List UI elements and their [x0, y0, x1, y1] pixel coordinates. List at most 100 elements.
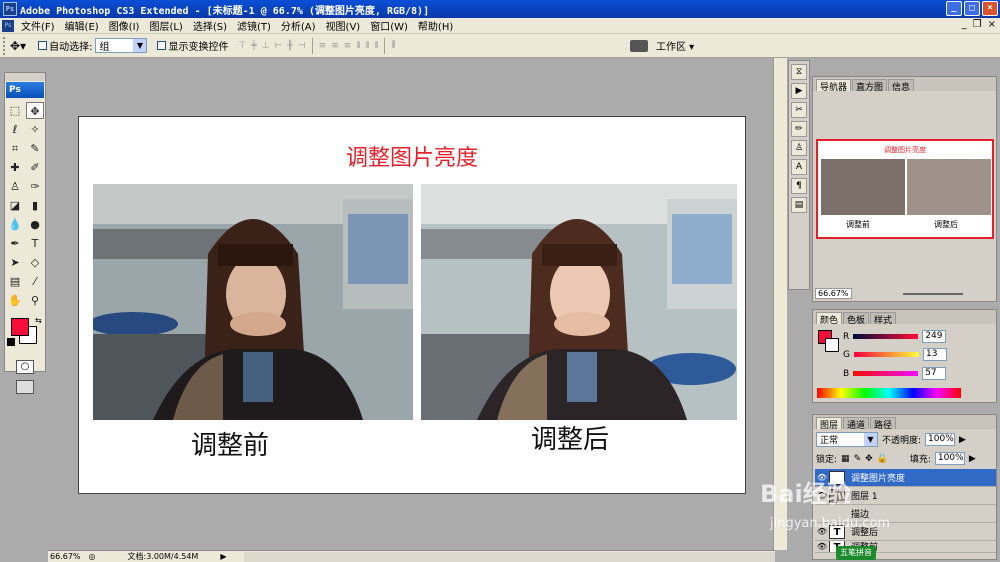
brushes-panel-icon[interactable]: ✏	[791, 121, 807, 137]
g-value[interactable]: 13	[922, 348, 947, 361]
tab-styles[interactable]: 样式	[870, 312, 897, 326]
maximize-button[interactable]: □	[964, 1, 980, 16]
color-spectrum[interactable]	[817, 388, 961, 398]
menu-file[interactable]: 文件(F)	[16, 18, 60, 33]
align-hcenter-icon[interactable]: ╫	[287, 41, 292, 51]
show-transform-checkbox[interactable]	[157, 41, 167, 50]
doc-restore-button[interactable]: ❐	[973, 19, 982, 30]
zoom-level[interactable]: 66.67%	[50, 552, 81, 561]
healing-brush-icon[interactable]: ✚	[6, 159, 24, 176]
menu-help[interactable]: 帮助(H)	[413, 18, 458, 33]
status-arrow-icon[interactable]: ▶	[220, 552, 226, 561]
tab-color[interactable]: 颜色	[816, 312, 843, 326]
shape-tool-icon[interactable]: ◇	[26, 254, 44, 271]
tool-presets-icon[interactable]: ✂	[791, 102, 807, 118]
document-canvas[interactable]: 调整图片亮度 调整前 调整后	[78, 116, 746, 494]
menu-layer[interactable]: 图层(L)	[144, 18, 187, 33]
blend-mode-dropdown[interactable]: 正常 ▼	[816, 432, 878, 447]
visibility-eye-icon[interactable]: 👁	[815, 542, 829, 551]
distribute-top-icon[interactable]: ≡	[319, 41, 327, 51]
swap-colors-icon[interactable]: ⇆	[35, 316, 42, 325]
r-value[interactable]: 249	[922, 330, 947, 343]
foreground-color-swatch[interactable]	[11, 318, 29, 336]
path-selection-icon[interactable]: ➤	[6, 254, 24, 271]
minimize-button[interactable]: _	[946, 1, 962, 16]
move-tool-icon[interactable]: ✥	[26, 102, 44, 119]
b-slider[interactable]	[853, 371, 919, 376]
zoom-slider[interactable]	[903, 293, 963, 295]
doc-minimize-button[interactable]: _	[962, 19, 967, 30]
grip-handle[interactable]	[3, 36, 7, 55]
document-icon[interactable]: Ps	[2, 19, 14, 32]
tab-info[interactable]: 信息	[888, 79, 915, 93]
camera-icon[interactable]	[630, 39, 648, 52]
crop-tool-icon[interactable]: ⌗	[6, 140, 24, 157]
gradient-tool-icon[interactable]: ▮	[26, 197, 44, 214]
distribute-bottom-icon[interactable]: ≡	[344, 41, 352, 51]
distribute-hcenter-icon[interactable]: ⦀	[365, 41, 369, 51]
dodge-tool-icon[interactable]: ●	[26, 216, 44, 233]
default-colors-icon[interactable]	[7, 338, 15, 346]
lock-transparency-icon[interactable]: ▦	[841, 454, 850, 464]
align-left-icon[interactable]: ⊢	[275, 41, 283, 51]
paragraph-panel-icon[interactable]: ¶	[791, 178, 807, 194]
distribute-right-icon[interactable]: ⦀	[374, 41, 378, 51]
menu-image[interactable]: 图像(I)	[104, 18, 145, 33]
screen-mode-button[interactable]	[16, 380, 34, 394]
r-slider[interactable]	[853, 334, 919, 339]
tab-navigator[interactable]: 导航器	[816, 79, 852, 93]
toolbox-header[interactable]	[5, 73, 45, 81]
tab-paths[interactable]: 路径	[870, 417, 897, 431]
tab-layers[interactable]: 图层	[816, 417, 843, 431]
clone-stamp-icon[interactable]: ♙	[6, 178, 24, 195]
actions-panel-icon[interactable]: ▶	[791, 83, 807, 99]
notes-tool-icon[interactable]: ▤	[6, 273, 24, 290]
character-panel-icon[interactable]: A	[791, 159, 807, 175]
lock-all-icon[interactable]: 🔒	[877, 454, 888, 464]
blur-tool-icon[interactable]: 💧	[6, 216, 24, 233]
brush-tool-icon[interactable]: ✐	[26, 159, 44, 176]
type-tool-icon[interactable]: T	[26, 235, 44, 252]
menu-filter[interactable]: 滤镜(T)	[232, 18, 276, 33]
zoom-tool-icon[interactable]: ⚲	[26, 292, 44, 309]
clone-source-icon[interactable]: ♙	[791, 140, 807, 156]
tab-swatches[interactable]: 色板	[843, 312, 870, 326]
photoshop-logo[interactable]: Ps	[6, 82, 44, 98]
hand-tool-icon[interactable]: ✋	[6, 292, 24, 309]
history-panel-icon[interactable]: ⧖	[791, 64, 807, 80]
history-brush-icon[interactable]: ✑	[26, 178, 44, 195]
distribute-left-icon[interactable]: ⦀	[356, 41, 360, 51]
close-button[interactable]: ×	[982, 1, 998, 16]
align-bottom-icon[interactable]: ⊥	[262, 41, 270, 51]
status-menu-icon[interactable]: ◎	[89, 552, 96, 561]
fill-arrow-icon[interactable]: ▶	[969, 454, 976, 464]
ime-indicator[interactable]: 五笔拼音	[836, 546, 876, 560]
lasso-tool-icon[interactable]: ℓ	[6, 121, 24, 138]
workspace-button[interactable]: 工作区 ▾	[630, 38, 694, 53]
eyedropper-icon[interactable]: ⁄	[26, 273, 44, 290]
opacity-value[interactable]: 100%	[925, 433, 956, 446]
menu-view[interactable]: 视图(V)	[321, 18, 366, 33]
horizontal-scrollbar[interactable]	[244, 551, 775, 562]
magic-wand-icon[interactable]: ✧	[26, 121, 44, 138]
navigator-thumbnail[interactable]: 调整图片亮度 调整前 调整后	[816, 139, 994, 239]
distribute-vcenter-icon[interactable]: ≡	[331, 41, 339, 51]
menu-edit[interactable]: 编辑(E)	[60, 18, 104, 33]
auto-select-dropdown[interactable]: 组 ▼	[95, 38, 148, 53]
tab-histogram[interactable]: 直方图	[852, 79, 888, 93]
navigator-zoom-field[interactable]: 66.67%	[815, 288, 852, 299]
doc-close-button[interactable]: ×	[988, 19, 996, 30]
g-slider[interactable]	[853, 352, 919, 357]
tab-channels[interactable]: 通道	[843, 417, 870, 431]
menu-window[interactable]: 窗口(W)	[365, 18, 413, 33]
auto-select-checkbox[interactable]	[38, 41, 48, 50]
photoshop-app-icon[interactable]: Ps	[3, 2, 17, 16]
opacity-arrow-icon[interactable]: ▶	[959, 435, 966, 445]
pen-tool-icon[interactable]: ✒	[6, 235, 24, 252]
fill-value[interactable]: 100%	[934, 452, 965, 465]
panel-bg-swatch[interactable]	[825, 338, 839, 352]
lock-position-icon[interactable]: ✥	[865, 454, 873, 464]
doc-size[interactable]: 文档:3.00M/4.54M	[128, 551, 199, 562]
layer-comps-icon[interactable]: ▤	[791, 197, 807, 213]
b-value[interactable]: 57	[922, 367, 947, 380]
